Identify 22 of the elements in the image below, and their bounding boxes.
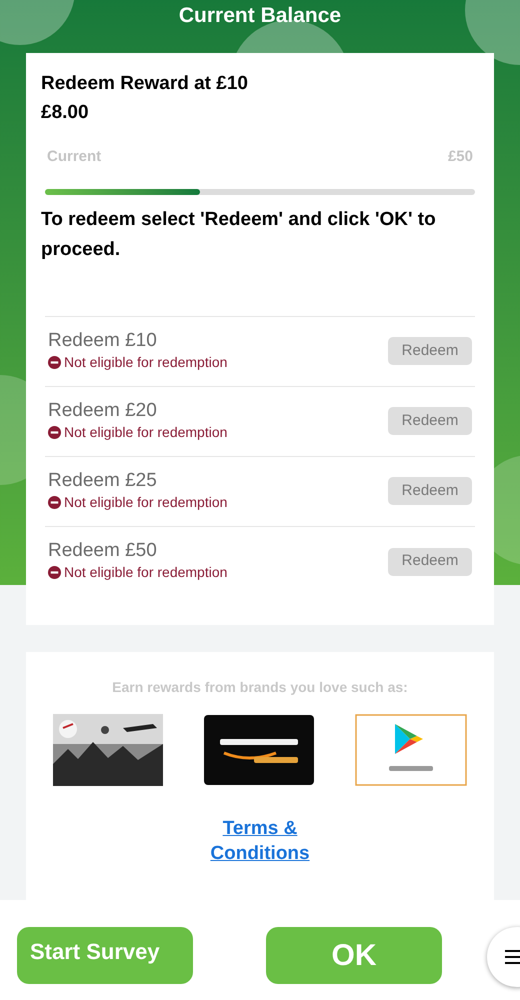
- no-entry-icon: [48, 566, 61, 579]
- no-entry-icon: [48, 356, 61, 368]
- progress-end-label: £50: [448, 147, 473, 167]
- option-label: Redeem £50: [48, 540, 158, 562]
- reward-title: Redeem Reward at £10: [41, 72, 249, 96]
- progress-start-label: Current: [47, 147, 102, 167]
- instruction-text: To redeem select 'Redeem' and click 'OK' to proceed.: [41, 208, 437, 262]
- status-text: Not eligible for redemption: [64, 492, 228, 512]
- status-text: Not eligible for redemption: [64, 422, 228, 442]
- option-label: Redeem £20: [48, 400, 158, 422]
- terms-link[interactable]: Terms & Conditions: [200, 816, 320, 866]
- option-label: Redeem £10: [48, 330, 158, 352]
- no-entry-icon: [48, 496, 61, 508]
- ok-button[interactable]: OK: [266, 927, 442, 984]
- no-entry-icon: [48, 426, 61, 438]
- menu-icon: [505, 950, 520, 964]
- balance-amount: £8.00: [41, 101, 90, 125]
- status-text: Not eligible for redemption: [64, 352, 228, 372]
- start-survey-button[interactable]: Start Survey: [17, 927, 193, 984]
- option-label: Redeem £25: [48, 470, 158, 492]
- page-title: Current Balance: [178, 3, 342, 29]
- status-text: Not eligible for redemption: [64, 563, 228, 582]
